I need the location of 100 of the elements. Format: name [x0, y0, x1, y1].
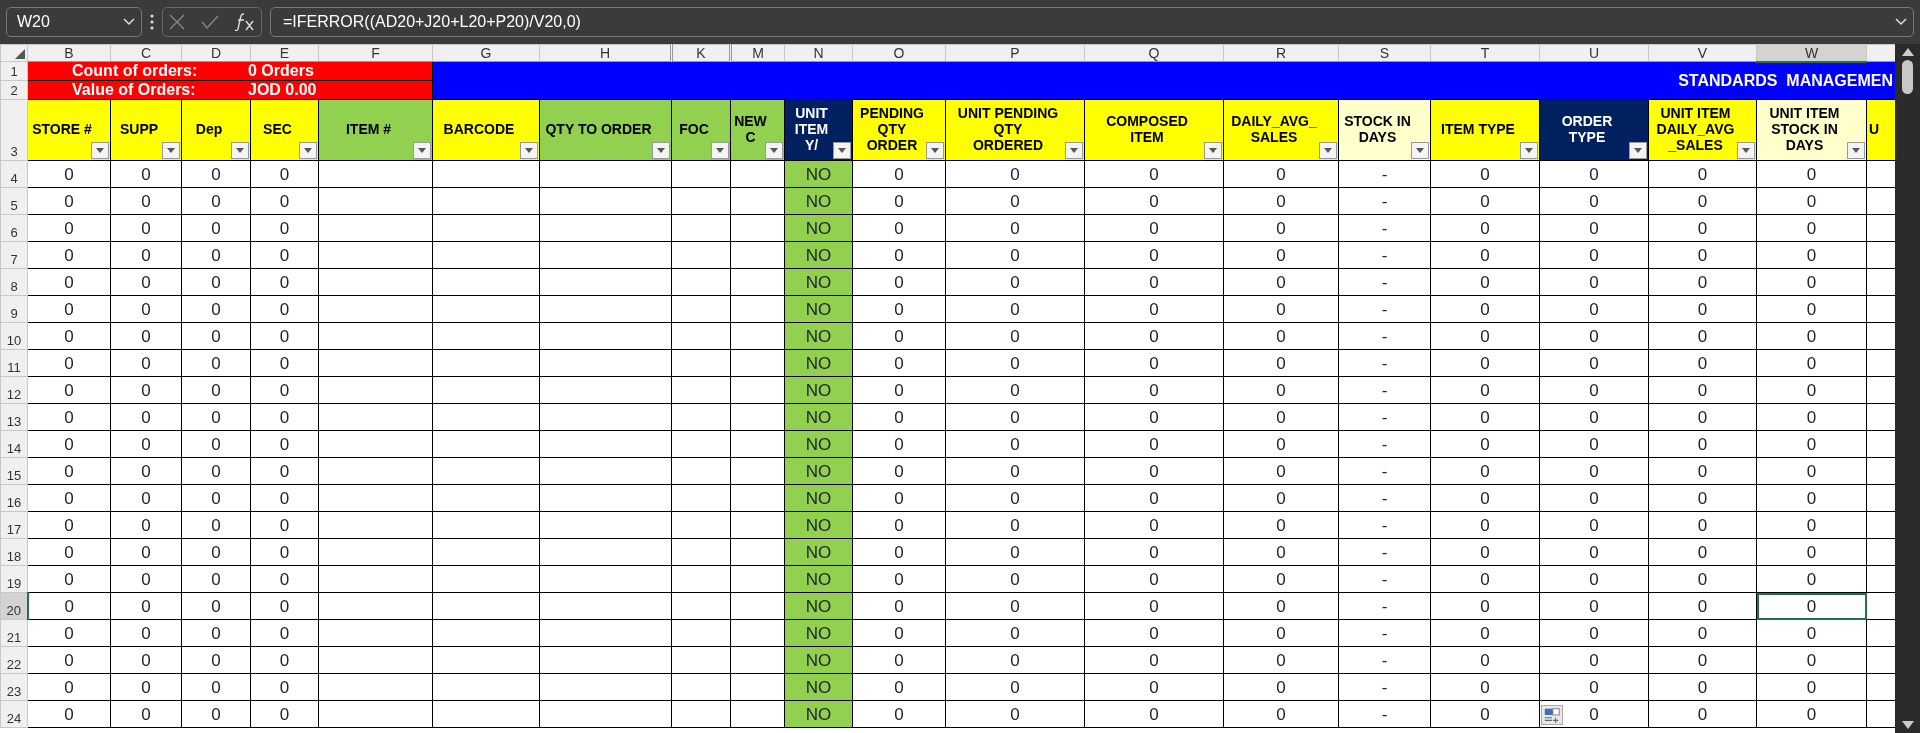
table-cell: 0 [181, 349, 251, 377]
filter-button[interactable] [765, 142, 783, 159]
table-cell: 0 [1084, 592, 1224, 620]
table-cell: NO [784, 403, 853, 431]
filter-button[interactable] [1737, 142, 1755, 159]
column-header[interactable]: D [181, 44, 251, 62]
row-header[interactable]: 11 [0, 349, 28, 377]
column-header[interactable]: W [1756, 44, 1867, 62]
table-cell: 0 [1430, 592, 1540, 620]
table-cell: 0 [1539, 403, 1649, 431]
table-cell: 0 [250, 376, 319, 404]
row-header[interactable]: 10 [0, 322, 28, 350]
column-header[interactable]: G [432, 44, 540, 62]
column-header[interactable]: E [250, 44, 319, 62]
row-header[interactable]: 15 [0, 457, 28, 485]
column-header[interactable]: T [1430, 44, 1540, 62]
row-header[interactable]: 23 [0, 673, 28, 701]
filter-button[interactable] [1847, 142, 1865, 159]
filter-button[interactable] [520, 142, 538, 159]
quick-analysis-icon[interactable] [1541, 705, 1563, 725]
filter-button[interactable] [231, 142, 249, 159]
filter-button[interactable] [299, 142, 317, 159]
filter-button[interactable] [1629, 142, 1647, 159]
name-box[interactable]: W20 [6, 7, 142, 37]
filter-button[interactable] [1520, 142, 1538, 159]
row-header[interactable]: 3 [0, 99, 28, 161]
filter-button[interactable] [833, 142, 851, 159]
column-header[interactable]: M [730, 44, 785, 62]
column-header[interactable]: Q [1084, 44, 1224, 62]
filter-button[interactable] [1065, 142, 1083, 159]
row-header[interactable]: 13 [0, 403, 28, 431]
filter-button[interactable] [91, 142, 109, 159]
caret-icon [770, 148, 778, 153]
column-header[interactable]: F [318, 44, 433, 62]
filter-button[interactable] [652, 142, 670, 159]
function-icon[interactable] [235, 13, 255, 31]
column-header[interactable]: O [852, 44, 946, 62]
scroll-thumb[interactable] [1902, 60, 1913, 94]
table-cell: 0 [181, 430, 251, 458]
column-header[interactable]: V [1648, 44, 1757, 62]
table-cell: 0 [852, 349, 946, 377]
column-header[interactable]: R [1223, 44, 1339, 62]
row-header[interactable]: 16 [0, 484, 28, 512]
checkmark-icon[interactable] [201, 15, 219, 29]
table-cell: 0 [852, 673, 946, 701]
table-cell: 0 [1539, 241, 1649, 269]
table-cell: 0 [1756, 673, 1867, 701]
table-cell: 0 [852, 214, 946, 242]
row-header[interactable]: 6 [0, 214, 28, 242]
column-header[interactable]: H [539, 44, 672, 62]
row-header[interactable]: 4 [0, 160, 28, 188]
column-header[interactable]: U [1539, 44, 1649, 62]
row-header[interactable]: 17 [0, 511, 28, 539]
table-cell: 0 [1756, 700, 1867, 728]
table-cell: 0 [110, 592, 182, 620]
row-header[interactable]: 18 [0, 538, 28, 566]
column-header[interactable]: N [784, 44, 853, 62]
caret-icon [657, 148, 665, 153]
row-header[interactable]: 21 [0, 619, 28, 647]
filter-button[interactable] [711, 142, 729, 159]
column-header[interactable]: S [1338, 44, 1431, 62]
row-header[interactable]: 22 [0, 646, 28, 674]
column-header[interactable]: P [945, 44, 1085, 62]
filter-button[interactable] [926, 142, 944, 159]
more-options-icon[interactable] [150, 14, 154, 30]
scroll-down-icon[interactable] [1901, 721, 1914, 729]
row-header[interactable]: 7 [0, 241, 28, 269]
table-cell: 0 [27, 646, 111, 674]
filter-button[interactable] [1204, 142, 1222, 159]
row-header[interactable]: 19 [0, 565, 28, 593]
table-cell: 0 [1648, 430, 1757, 458]
table-cell: 0 [945, 268, 1085, 296]
column-header[interactable]: C [110, 44, 182, 62]
cancel-icon[interactable] [169, 14, 185, 30]
row-header[interactable]: 20 [0, 592, 28, 620]
row-header[interactable]: 8 [0, 268, 28, 296]
formula-field[interactable]: =IFERROR((AD20+J20+L20+P20)/V20,0) [270, 7, 1914, 37]
table-cell: 0 [1539, 457, 1649, 485]
table-cell: 0 [250, 457, 319, 485]
vertical-scrollbar[interactable] [1895, 44, 1920, 733]
select-all-icon[interactable] [15, 49, 25, 59]
table-cell: 0 [1756, 484, 1867, 512]
filter-button[interactable] [1411, 142, 1429, 159]
row-header[interactable]: 14 [0, 430, 28, 458]
table-cell: 0 [945, 403, 1085, 431]
table-cell: 0 [250, 565, 319, 593]
table-cell: 0 [181, 484, 251, 512]
column-header[interactable]: B [27, 44, 111, 62]
column-header[interactable]: K [671, 44, 731, 62]
table-cell: - [1338, 430, 1431, 458]
row-header[interactable]: 12 [0, 376, 28, 404]
chevron-down-icon[interactable] [1895, 18, 1907, 26]
table-cell[interactable]: 0 [1756, 592, 1867, 620]
filter-button[interactable] [413, 142, 431, 159]
row-header[interactable]: 9 [0, 295, 28, 323]
filter-button[interactable] [1319, 142, 1337, 159]
filter-button[interactable] [162, 142, 180, 159]
row-header[interactable]: 5 [0, 187, 28, 215]
scroll-up-icon[interactable] [1901, 48, 1914, 56]
row-header[interactable]: 24 [0, 700, 28, 728]
